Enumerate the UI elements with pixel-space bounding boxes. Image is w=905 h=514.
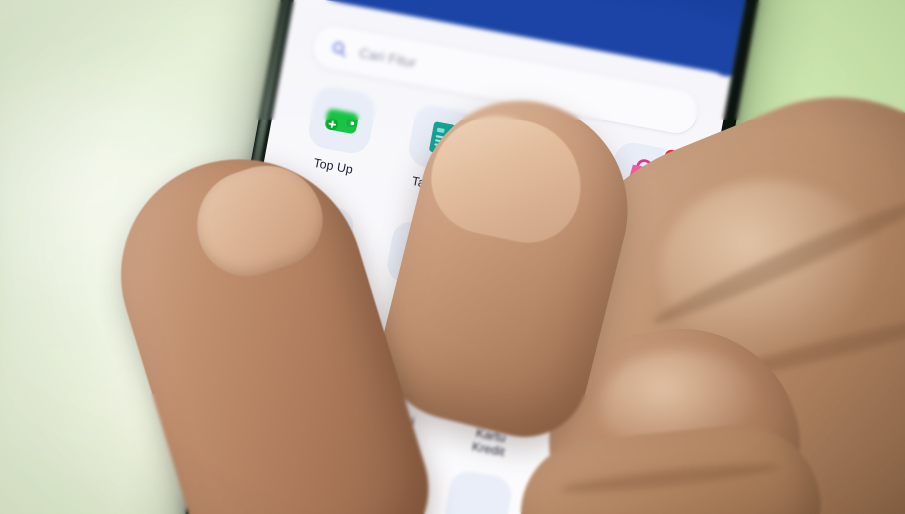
feature-label: Kartu Kredit bbox=[470, 425, 508, 460]
search-placeholder-text: Cari Fitur bbox=[358, 44, 418, 71]
feature-tile bbox=[506, 121, 579, 194]
feature-item-hidden-c[interactable] bbox=[423, 465, 532, 514]
currency-exchange-icon: $ Rp bbox=[386, 354, 413, 385]
shopping-bag-icon bbox=[626, 159, 656, 195]
feature-item-hidden-a[interactable] bbox=[460, 234, 575, 350]
feature-item-lifestyle[interactable]: Lifestyle bbox=[582, 136, 697, 252]
feature-tile bbox=[406, 102, 479, 175]
feature-label: Lifestyle bbox=[610, 210, 659, 234]
feature-item-donasi[interactable]: Rp Donasi bbox=[238, 312, 353, 428]
feature-tile: $ Rp bbox=[363, 334, 436, 407]
bank-building-icon bbox=[358, 471, 396, 504]
screenshot-stage: Cari Fitur Top Up Tagihan Setor & Tarik … bbox=[0, 0, 905, 514]
feature-item-hidden-b[interactable] bbox=[561, 252, 676, 368]
feature-label: Setor & Tarik Tunai bbox=[499, 192, 563, 231]
feature-tile: Rp bbox=[262, 315, 336, 388]
donation-bag-icon: Rp bbox=[283, 333, 311, 370]
feature-item-bank[interactable] bbox=[322, 447, 431, 514]
feature-tile bbox=[305, 83, 379, 157]
feature-tile bbox=[484, 236, 558, 310]
feature-item-hidden-d[interactable] bbox=[523, 484, 632, 514]
feature-label: Donasi bbox=[269, 387, 311, 409]
feature-tile bbox=[606, 139, 682, 212]
feature-item-briefcase[interactable] bbox=[222, 428, 331, 514]
feature-tile bbox=[384, 218, 457, 291]
feature-tile bbox=[341, 449, 414, 514]
feature-label: Top Up bbox=[312, 155, 355, 177]
feature-tile bbox=[284, 199, 357, 273]
feature-item-konversi-valas[interactable]: $ Rp Konversi Valas bbox=[339, 331, 454, 447]
atm-machine-icon bbox=[526, 141, 559, 173]
feature-tile bbox=[585, 255, 658, 328]
search-icon bbox=[333, 41, 346, 57]
insurance-card-icon bbox=[583, 397, 616, 419]
credit-card-icon bbox=[482, 375, 516, 402]
bill-check-icon bbox=[429, 121, 457, 157]
feature-tile bbox=[563, 371, 636, 444]
feature-tile bbox=[441, 468, 515, 514]
feature-tile bbox=[241, 431, 314, 504]
feature-label: QRIS Transfer bbox=[285, 272, 334, 308]
feature-item-debit-virtual[interactable]: Debit Virtual bbox=[360, 215, 475, 331]
feature-item-top-up[interactable]: Top Up bbox=[281, 81, 396, 197]
feature-item-kartu-kredit[interactable]: Kartu Kredit bbox=[439, 349, 554, 465]
feature-label: Debit Virtual bbox=[390, 291, 429, 325]
feature-label: Konversi Valas bbox=[365, 405, 417, 441]
svg-text:Rp: Rp bbox=[399, 373, 411, 384]
feature-grid: Top Up Tagihan Setor & Tarik Tunai Lifes… bbox=[222, 81, 697, 514]
feature-label: Asuransi bbox=[565, 442, 617, 466]
feature-item-setor-tarik-tunai[interactable]: Setor & Tarik Tunai bbox=[482, 118, 597, 234]
virtual-card-icon bbox=[404, 243, 437, 267]
briefcase-icon bbox=[260, 452, 294, 483]
feature-item-asuransi[interactable]: Asuransi bbox=[539, 368, 654, 484]
wallet-plus-icon bbox=[325, 109, 359, 134]
feature-tile bbox=[542, 487, 615, 514]
feature-item-qris-transfer[interactable]: QRIS Transfer bbox=[260, 196, 375, 312]
feature-item-tagihan[interactable]: Tagihan bbox=[381, 99, 496, 215]
feature-tile bbox=[463, 352, 536, 426]
qr-transfer-icon bbox=[304, 219, 338, 255]
feature-label: Tagihan bbox=[410, 173, 457, 196]
